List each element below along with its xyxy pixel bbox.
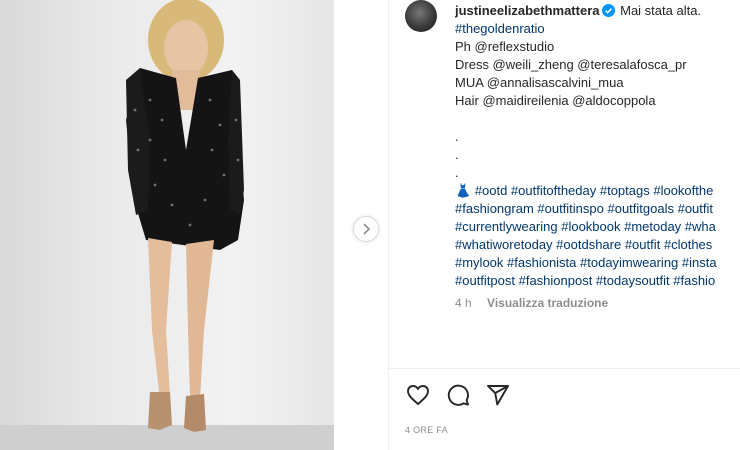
share-icon — [487, 385, 509, 406]
avatar[interactable] — [405, 0, 437, 32]
photo-illustration — [0, 0, 334, 450]
caption-line: Dress @weili_zheng @teresalafosca_pr — [455, 57, 687, 72]
caption-line: MUA @annalisascalvini_mua — [455, 75, 624, 90]
hashtag-line[interactable]: #currentlywearing #lookbook #metoday #wh… — [455, 218, 740, 236]
hashtag-line[interactable]: #whatiworetoday #ootdshare #outfit #clot… — [455, 236, 740, 254]
hashtag-line[interactable]: #outfitpost #fashionpost #todaysoutfit #… — [455, 272, 740, 290]
comment-icon — [447, 384, 469, 406]
caption-dot: . — [455, 129, 459, 144]
comment-button[interactable] — [445, 382, 471, 408]
translate-button[interactable]: Visualizza traduzione — [487, 296, 608, 310]
caption-line: Ph @reflexstudio — [455, 39, 555, 54]
post-photo — [0, 0, 334, 450]
post-caption: justineelizabethmattera Mai stata alta. … — [455, 2, 740, 290]
hashtag-text[interactable]: #ootd #outfitoftheday #toptags #lookofth… — [475, 183, 714, 198]
username-link[interactable]: justineelizabethmattera — [455, 3, 600, 18]
share-button[interactable] — [485, 382, 511, 408]
hashtag-line[interactable]: 👗 #ootd #outfitoftheday #toptags #lookof… — [455, 182, 740, 200]
post-timestamp: 4 ORE FA — [405, 425, 448, 435]
time-ago: 4 h — [455, 296, 472, 310]
caption-first-text: Mai stata alta. — [620, 3, 702, 18]
caption-dot: . — [455, 147, 459, 162]
dress-emoji: 👗 — [455, 183, 472, 198]
caption-dot: . — [455, 165, 459, 180]
chevron-right-icon — [363, 223, 371, 235]
caption-line: Hair @maidireilenia @aldocoppola — [455, 93, 656, 108]
like-button[interactable] — [405, 382, 431, 408]
verified-badge-icon — [601, 4, 615, 17]
hashtag-line[interactable]: #fashiongram #outfitinspo #outfitgoals #… — [455, 200, 740, 218]
caption-meta: 4 h Visualizza traduzione — [455, 296, 620, 310]
post-details-panel: justineelizabethmattera Mai stata alta. … — [388, 0, 740, 450]
hashtag-link[interactable]: #thegoldenratio — [455, 20, 740, 38]
next-photo-button[interactable] — [353, 216, 379, 242]
divider — [389, 368, 740, 369]
heart-icon — [407, 385, 429, 405]
action-bar — [405, 382, 511, 410]
caption-header: justineelizabethmattera Mai stata alta. — [455, 2, 740, 20]
hashtag-line[interactable]: #mylook #fashionista #todayimwearing #in… — [455, 254, 740, 272]
